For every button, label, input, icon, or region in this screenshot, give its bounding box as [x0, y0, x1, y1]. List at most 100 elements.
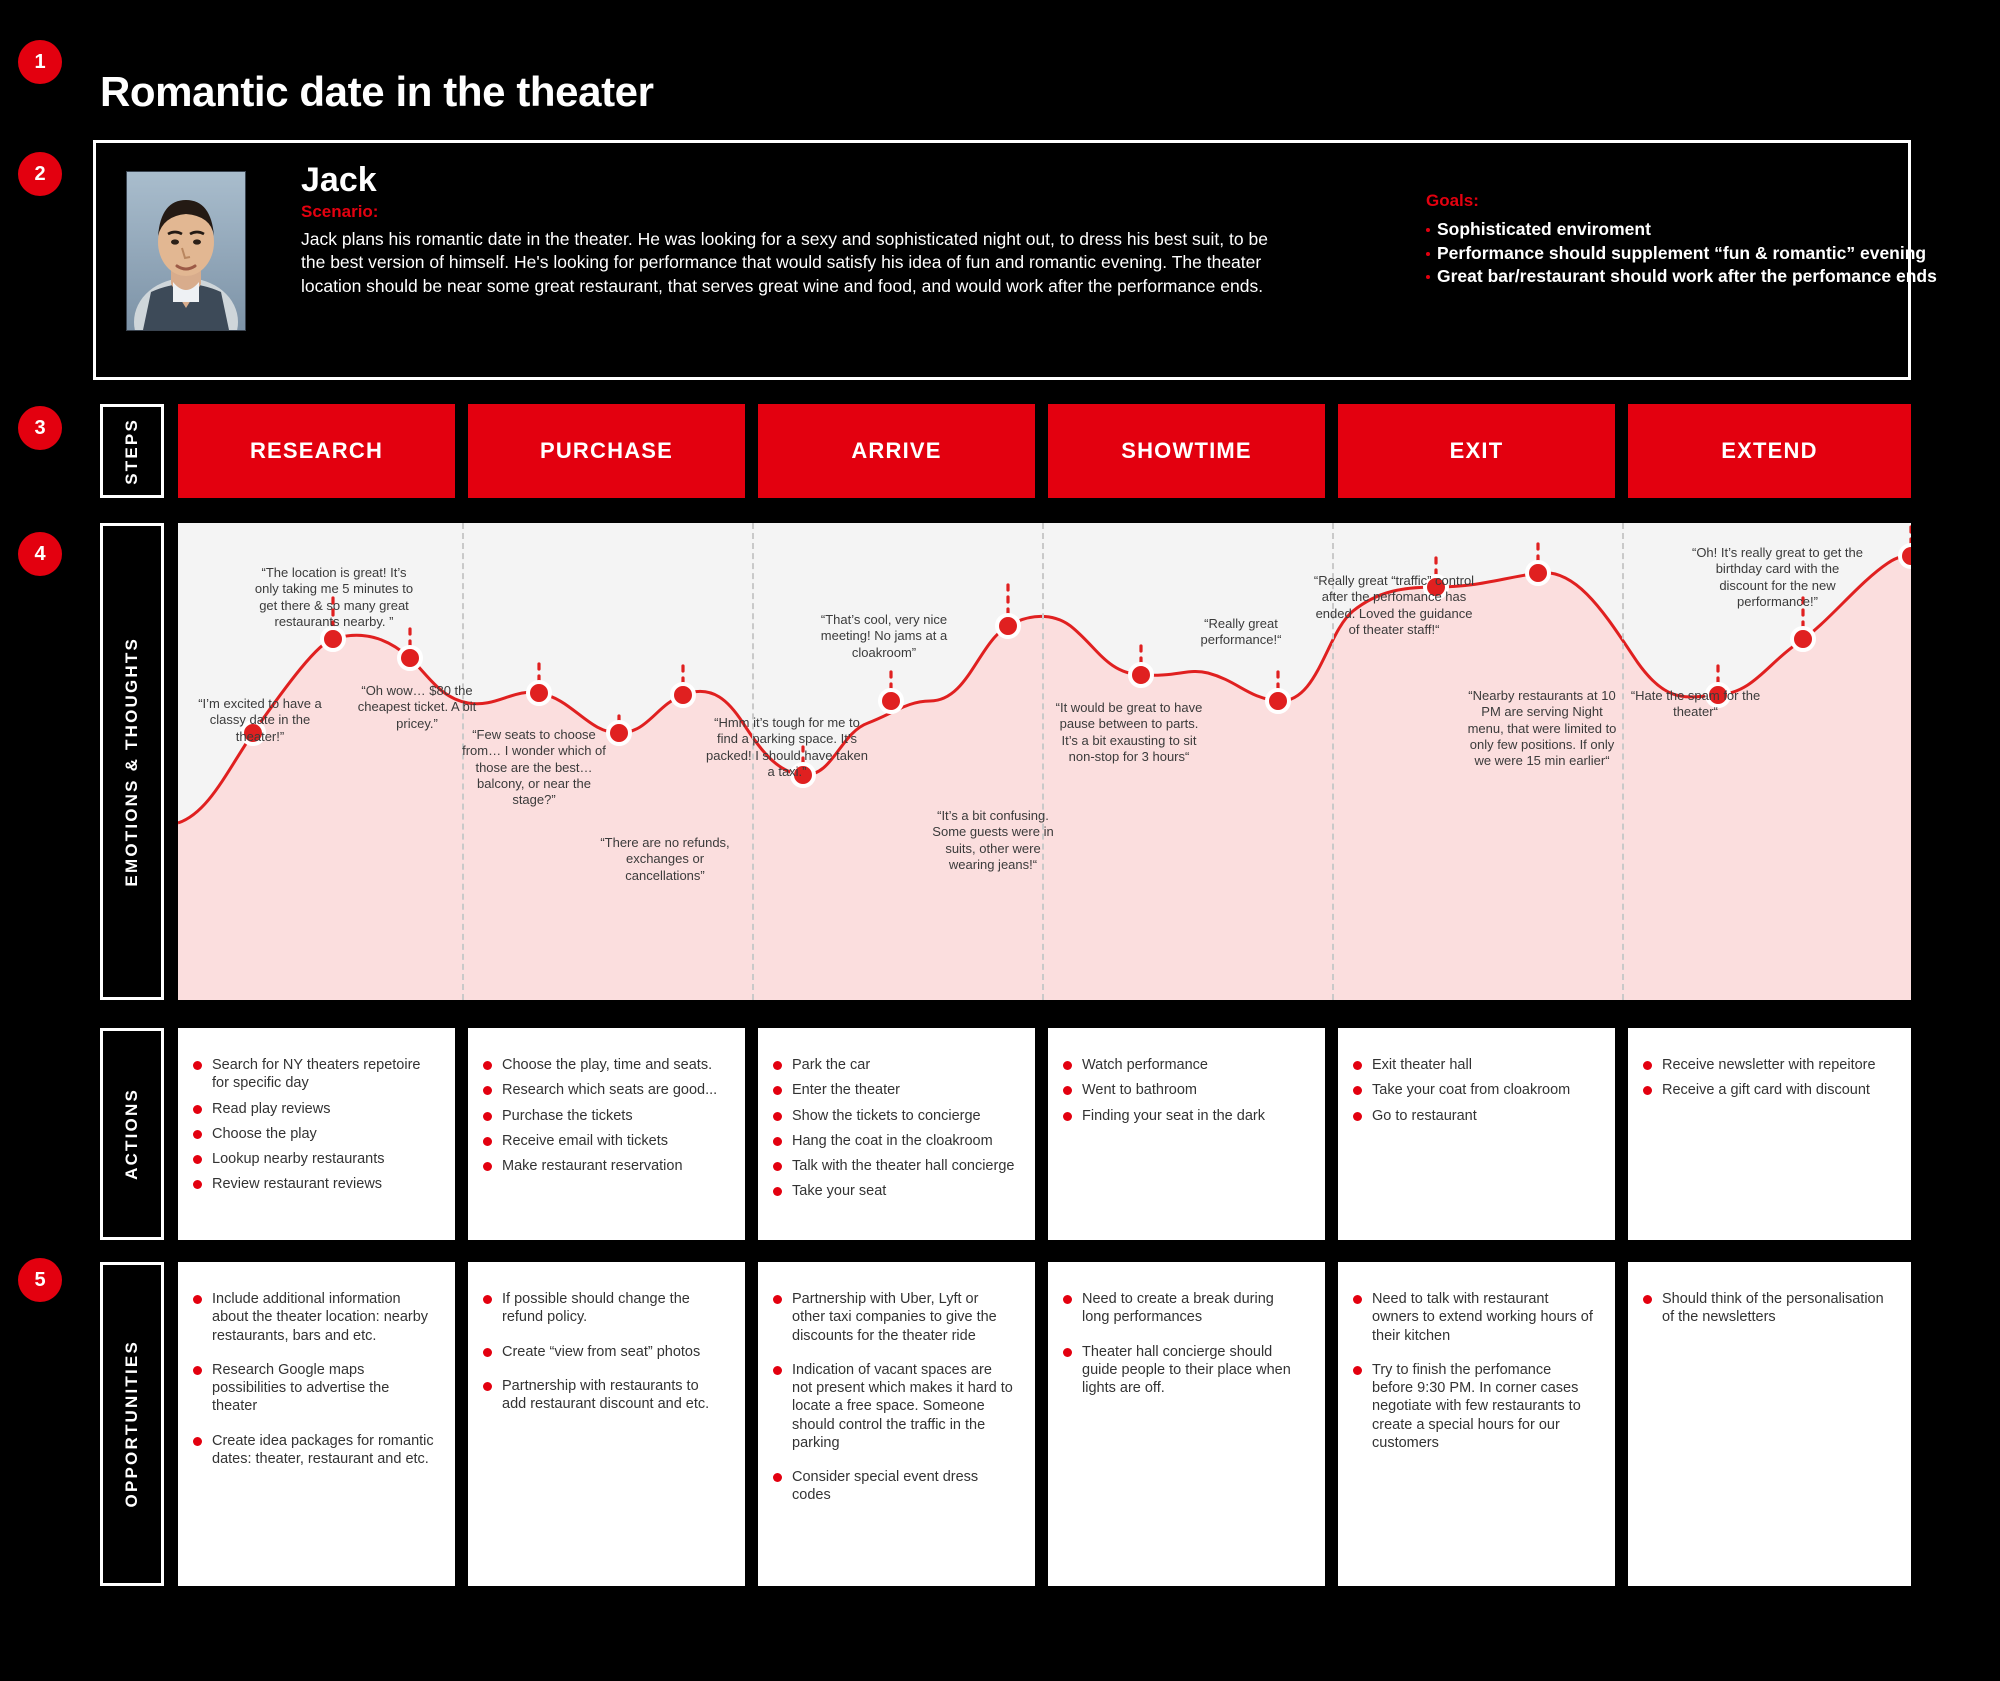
- list-item: Talk with the theater hall concierge: [768, 1157, 1017, 1175]
- section-badge-1: 1: [18, 40, 62, 84]
- opportunities-list: If possible should change the refund pol…: [478, 1290, 725, 1413]
- opportunities-card-purchase: If possible should change the refund pol…: [468, 1262, 745, 1586]
- avatar: [126, 171, 246, 331]
- emotion-quote: “Oh! It’s really great to get the birthd…: [1691, 545, 1863, 609]
- journey-map-page: 1 2 3 4 5 Romantic date in the theater J…: [0, 0, 2000, 1681]
- step-label: EXIT: [1449, 438, 1504, 463]
- row-label-steps-text: STEPS: [122, 417, 141, 485]
- list-item: Need to talk with restaurant owners to e…: [1348, 1290, 1595, 1345]
- row-label-actions: ACTIONS: [100, 1028, 164, 1240]
- list-item: Take your seat: [768, 1182, 1017, 1200]
- list-item: Receive a gift card with discount: [1638, 1081, 1893, 1099]
- step-label: SHOWTIME: [1121, 438, 1252, 463]
- emotion-quote: “The location is great! It’s only taking…: [254, 565, 414, 629]
- emotion-quote: “Really great performance!“: [1200, 616, 1282, 648]
- list-item: Theater hall concierge should guide peop…: [1058, 1343, 1305, 1398]
- section-badge-5: 5: [18, 1258, 62, 1302]
- step-extend[interactable]: EXTEND: [1628, 404, 1911, 498]
- column-separator: [1622, 523, 1624, 1000]
- actions-list: Receive newsletter with repeitore Receiv…: [1638, 1056, 1893, 1100]
- persona-panel: Jack Scenario: Jack plans his romantic d…: [93, 140, 1937, 380]
- opportunities-list: Partnership with Uber, Lyft or other tax…: [768, 1290, 1015, 1505]
- opportunities-list: Need to talk with restaurant owners to e…: [1348, 1290, 1595, 1452]
- row-label-opportunities: OPPORTUNITIES: [100, 1262, 164, 1586]
- step-showtime[interactable]: SHOWTIME: [1048, 404, 1325, 498]
- step-arrive[interactable]: ARRIVE: [758, 404, 1035, 498]
- actions-list: Park the car Enter the theater Show the …: [768, 1056, 1017, 1201]
- list-item: Read play reviews: [188, 1100, 437, 1118]
- goals-block: Goals: Sophisticated enviroment Performa…: [1426, 191, 2000, 289]
- list-item: Indication of vacant spaces are not pres…: [768, 1361, 1015, 1452]
- step-purchase[interactable]: PURCHASE: [468, 404, 745, 498]
- emotion-quote: “Oh wow… $80 the cheapest ticket. A bit …: [357, 683, 477, 731]
- list-item: Search for NY theaters repetoire for spe…: [188, 1056, 437, 1093]
- list-item: Receive newsletter with repeitore: [1638, 1056, 1893, 1074]
- list-item: Choose the play: [188, 1125, 437, 1143]
- opportunities-card-exit: Need to talk with restaurant owners to e…: [1338, 1262, 1615, 1586]
- opportunities-list: Should think of the personalisation of t…: [1638, 1290, 1891, 1327]
- list-item: Research which seats are good...: [478, 1081, 727, 1099]
- row-label-steps: STEPS: [100, 404, 164, 498]
- page-title: Romantic date in the theater: [100, 68, 654, 115]
- actions-list: Choose the play, time and seats. Researc…: [478, 1056, 727, 1175]
- emotion-quote: “Nearby restaurants at 10 PM are serving…: [1467, 688, 1617, 768]
- goal-item: Great bar/restaurant should work after t…: [1426, 265, 2000, 289]
- list-item: Include additional information about the…: [188, 1290, 435, 1345]
- emotion-quote: “Few seats to choose from… I wonder whic…: [462, 727, 606, 807]
- list-item: Hang the coat in the cloakroom: [768, 1132, 1017, 1150]
- list-item: Watch performance: [1058, 1056, 1307, 1074]
- list-item: If possible should change the refund pol…: [478, 1290, 725, 1327]
- emotion-chart: [178, 523, 1911, 1000]
- step-label: ARRIVE: [851, 438, 942, 463]
- opportunities-card-arrive: Partnership with Uber, Lyft or other tax…: [758, 1262, 1035, 1586]
- list-item: Need to create a break during long perfo…: [1058, 1290, 1305, 1327]
- step-exit[interactable]: EXIT: [1338, 404, 1615, 498]
- scenario-text: Jack plans his romantic date in the thea…: [301, 229, 1268, 296]
- list-item: Create idea packages for romantic dates:…: [188, 1432, 435, 1469]
- actions-list: Watch performance Went to bathroom Findi…: [1058, 1056, 1307, 1125]
- opportunities-card-showtime: Need to create a break during long perfo…: [1048, 1262, 1325, 1586]
- row-label-actions-text: ACTIONS: [122, 1088, 141, 1180]
- list-item: Exit theater hall: [1348, 1056, 1597, 1074]
- scenario-label: Scenario:: [301, 202, 379, 222]
- list-item: Partnership with Uber, Lyft or other tax…: [768, 1290, 1015, 1345]
- goal-item: Sophisticated enviroment: [1426, 218, 2000, 242]
- row-label-emotions: EMOTIONS & THOUGHTS: [100, 523, 164, 1000]
- actions-card-showtime: Watch performance Went to bathroom Findi…: [1048, 1028, 1325, 1240]
- emotion-quote: “It’s a bit confusing. Some guests were …: [932, 808, 1054, 872]
- list-item: Choose the play, time and seats.: [478, 1056, 727, 1074]
- goals-label: Goals:: [1426, 191, 1479, 210]
- list-item: Enter the theater: [768, 1081, 1017, 1099]
- actions-list: Exit theater hall Take your coat from cl…: [1348, 1056, 1597, 1125]
- section-badge-4: 4: [18, 532, 62, 576]
- list-item: Partnership with restaurants to add rest…: [478, 1377, 725, 1414]
- goal-item: Performance should supplement “fun & rom…: [1426, 242, 2000, 266]
- list-item: Purchase the tickets: [478, 1107, 727, 1125]
- opportunities-card-extend: Should think of the personalisation of t…: [1628, 1262, 1911, 1586]
- list-item: Show the tickets to concierge: [768, 1107, 1017, 1125]
- actions-card-extend: Receive newsletter with repeitore Receiv…: [1628, 1028, 1911, 1240]
- emotion-quote: “There are no refunds, exchanges or canc…: [600, 835, 730, 883]
- step-label: EXTEND: [1721, 438, 1818, 463]
- emotion-quote: “Really great “traffic” control after th…: [1313, 573, 1475, 637]
- opportunities-list: Need to create a break during long perfo…: [1058, 1290, 1305, 1397]
- list-item: Take your coat from cloakroom: [1348, 1081, 1597, 1099]
- emotion-quote: “It would be great to have pause between…: [1055, 700, 1203, 764]
- row-label-emotions-text: EMOTIONS & THOUGHTS: [122, 636, 141, 887]
- step-research[interactable]: RESEARCH: [178, 404, 455, 498]
- list-item: Create “view from seat” photos: [478, 1343, 725, 1361]
- actions-card-purchase: Choose the play, time and seats. Researc…: [468, 1028, 745, 1240]
- list-item: Lookup nearby restaurants: [188, 1150, 437, 1168]
- list-item: Try to finish the perfomance before 9:30…: [1348, 1361, 1595, 1452]
- list-item: Park the car: [768, 1056, 1017, 1074]
- column-separator: [1042, 523, 1044, 1000]
- list-item: Consider special event dress codes: [768, 1468, 1015, 1505]
- actions-card-arrive: Park the car Enter the theater Show the …: [758, 1028, 1035, 1240]
- emotion-quote: “Hmm it’s tough for me to find a parking…: [706, 715, 868, 779]
- list-item: Should think of the personalisation of t…: [1638, 1290, 1891, 1327]
- actions-card-research: Search for NY theaters repetoire for spe…: [178, 1028, 455, 1240]
- emotion-quote: “That’s cool, very nice meeting! No jams…: [820, 612, 948, 660]
- row-label-opportunities-text: OPPORTUNITIES: [122, 1340, 141, 1508]
- persona-details: Jack Scenario: Jack plans his romantic d…: [301, 161, 1281, 298]
- goals-list: Sophisticated enviroment Performance sho…: [1426, 218, 2000, 289]
